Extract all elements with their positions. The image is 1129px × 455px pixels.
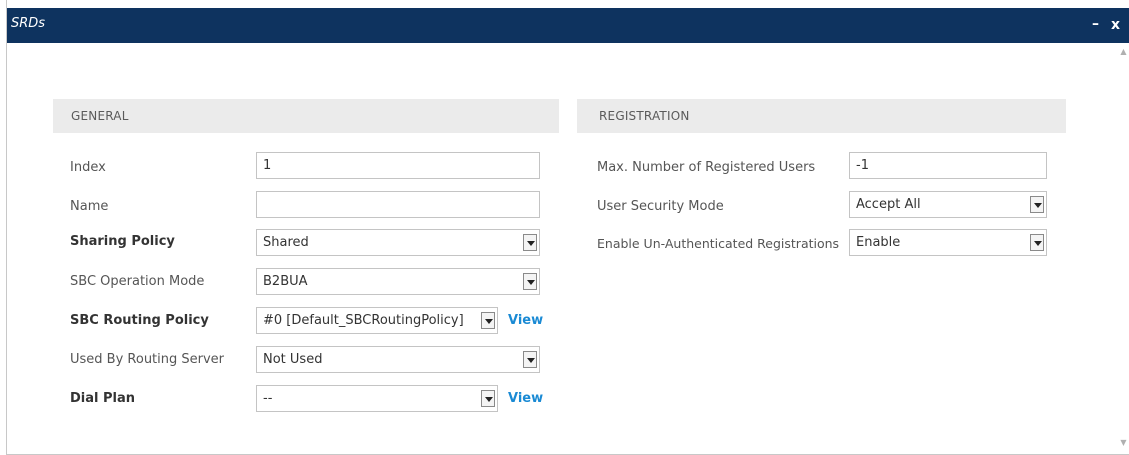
used-by-routing-server-value: Not Used — [263, 352, 323, 367]
chevron-down-icon[interactable] — [523, 351, 537, 368]
user-security-mode-label: User Security Mode — [597, 199, 724, 214]
sbc-operation-mode-value: B2BUA — [263, 274, 308, 289]
max-registered-users-label: Max. Number of Registered Users — [597, 160, 816, 175]
srds-dialog: SRDs – x GENERAL Index 1 Name Sharing Po… — [6, 0, 1129, 455]
enable-unauth-registrations-select[interactable]: Enable — [849, 229, 1047, 256]
chevron-down-icon[interactable] — [481, 312, 495, 329]
max-registered-users-input[interactable]: -1 — [849, 152, 1047, 179]
dial-plan-view-link[interactable]: View — [508, 391, 543, 406]
dialog-title: SRDs — [11, 16, 46, 31]
close-button[interactable]: x — [1111, 17, 1120, 33]
used-by-routing-server-label: Used By Routing Server — [70, 352, 225, 367]
enable-unauth-registrations-label: Enable Un-Authenticated Registrations — [597, 236, 840, 251]
sharing-policy-label: Sharing Policy — [70, 234, 175, 249]
sbc-routing-policy-select[interactable]: #0 [Default_SBCRoutingPolicy] — [256, 307, 498, 334]
sharing-policy-value: Shared — [263, 235, 309, 250]
dial-plan-value: -- — [263, 391, 273, 406]
enable-unauth-registrations-value: Enable — [856, 235, 901, 250]
sbc-operation-mode-select[interactable]: B2BUA — [256, 268, 540, 295]
sbc-routing-policy-label: SBC Routing Policy — [70, 313, 209, 328]
user-security-mode-value: Accept All — [856, 197, 921, 212]
scroll-up-icon[interactable]: ▲ — [1117, 46, 1129, 58]
sharing-policy-select[interactable]: Shared — [256, 229, 540, 256]
name-label: Name — [70, 199, 109, 214]
chevron-down-icon[interactable] — [523, 234, 537, 251]
index-label: Index — [70, 160, 106, 175]
chevron-down-icon[interactable] — [1030, 234, 1044, 251]
title-bar: SRDs – x — [7, 8, 1129, 43]
sbc-operation-mode-label: SBC Operation Mode — [70, 274, 205, 289]
index-input[interactable]: 1 — [256, 152, 540, 179]
chevron-down-icon[interactable] — [1030, 196, 1044, 213]
scroll-down-icon[interactable]: ▼ — [1117, 437, 1129, 449]
vertical-scrollbar[interactable]: ▲ ▼ — [1117, 43, 1129, 454]
chevron-down-icon[interactable] — [481, 390, 495, 407]
minimize-button[interactable]: – — [1092, 16, 1099, 32]
user-security-mode-select[interactable]: Accept All — [849, 191, 1047, 218]
name-input[interactable] — [256, 191, 540, 218]
dial-plan-label: Dial Plan — [70, 391, 136, 406]
sbc-routing-policy-value: #0 [Default_SBCRoutingPolicy] — [263, 313, 464, 328]
registration-section-header: REGISTRATION — [577, 99, 1066, 133]
dial-plan-select[interactable]: -- — [256, 385, 498, 412]
used-by-routing-server-select[interactable]: Not Used — [256, 346, 540, 373]
chevron-down-icon[interactable] — [523, 273, 537, 290]
sbc-routing-policy-view-link[interactable]: View — [508, 313, 543, 328]
dialog-content: GENERAL Index 1 Name Sharing Policy Shar… — [7, 43, 1117, 454]
general-section-header: GENERAL — [53, 99, 559, 133]
